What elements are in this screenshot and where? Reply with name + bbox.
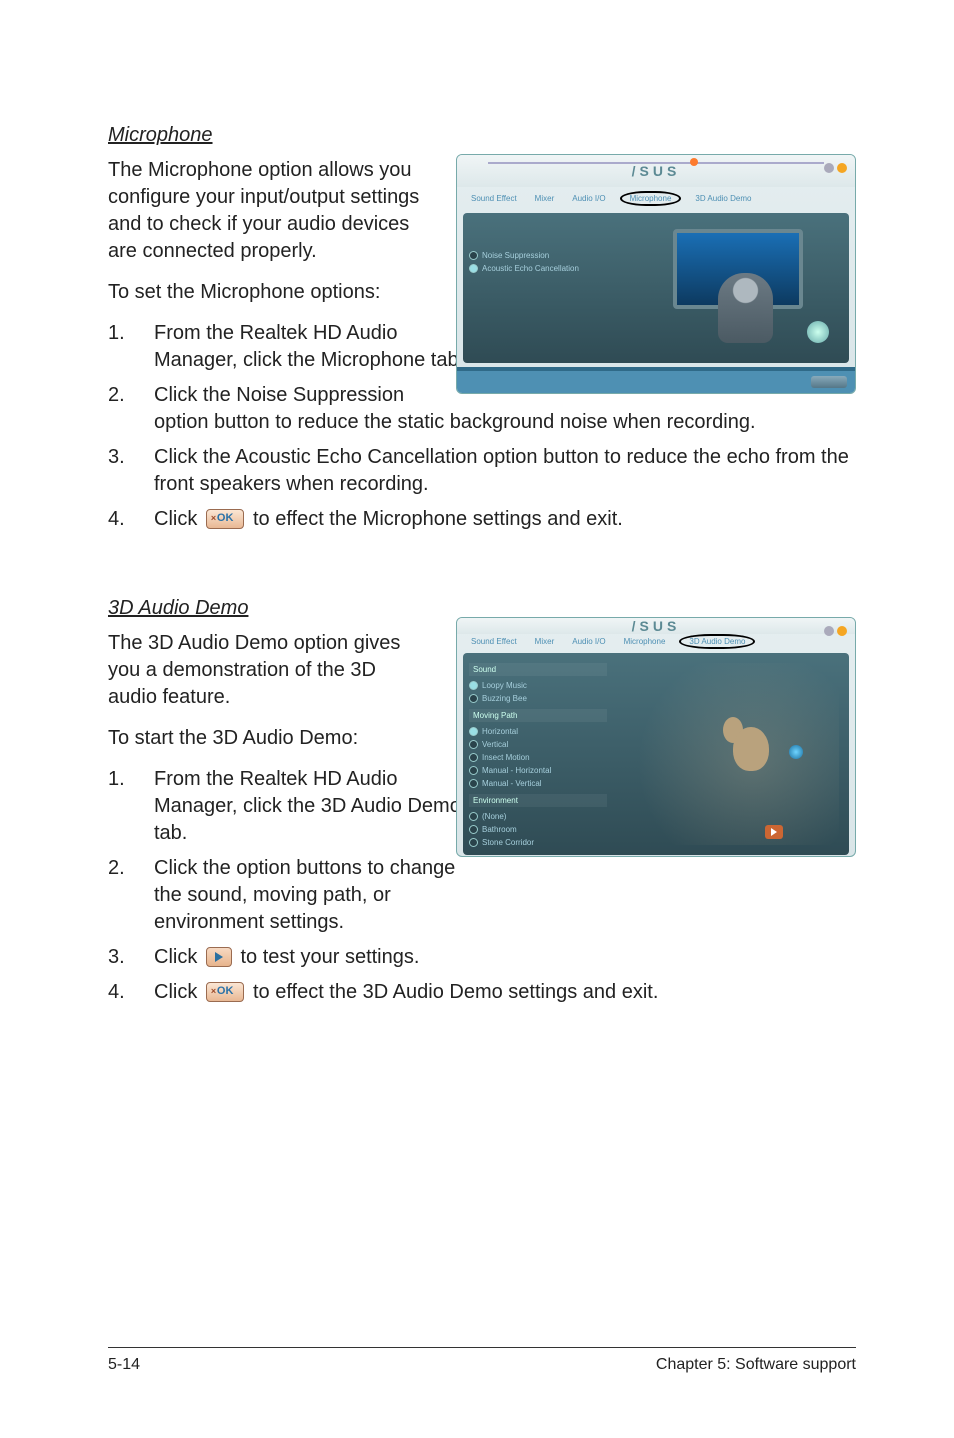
noise-suppression-option[interactable]: Noise Suppression (469, 251, 607, 260)
step-3-post: to test your settings. (240, 946, 419, 968)
footer-button[interactable] (811, 376, 847, 388)
globe-icon[interactable] (807, 321, 829, 343)
dialog-tabs: Sound Effect Mixer Audio I/O Microphone … (457, 187, 855, 209)
tab-3d-audio-demo[interactable]: 3D Audio Demo (679, 634, 755, 649)
scene-panel (613, 653, 849, 855)
step-4-pre: Click (154, 981, 203, 1003)
tab-sound-effect[interactable]: Sound Effect (467, 635, 521, 648)
step-number: 2. (108, 382, 154, 409)
asus-logo: /SUS (632, 618, 681, 634)
path-option[interactable]: Vertical (469, 740, 607, 749)
play-button[interactable] (206, 947, 232, 967)
window-buttons (824, 626, 847, 636)
step-4-pre: Click (154, 508, 203, 530)
step-number: 4. (108, 506, 154, 533)
mic-volume-slider[interactable] (488, 158, 824, 168)
dialog-tabs: Sound Effect Mixer Audio I/O Microphone … (457, 634, 855, 649)
env-option[interactable]: Stone Corridor (469, 838, 607, 847)
dialog-titlebar: /SUS (457, 618, 855, 634)
close-icon[interactable] (837, 626, 847, 636)
minimize-icon[interactable] (824, 163, 834, 173)
step-number: 3. (108, 944, 154, 971)
environment-header: Environment (469, 794, 607, 807)
page-footer: 5-14 Chapter 5: Software support (108, 1347, 856, 1374)
step-2-line1: Click the Noise Suppression (154, 382, 474, 409)
acoustic-echo-label: Acoustic Echo Cancellation (482, 264, 579, 273)
tab-mixer[interactable]: Mixer (531, 192, 559, 205)
acoustic-echo-option[interactable]: Acoustic Echo Cancellation (469, 264, 607, 273)
step-2-line2: option button to reduce the static backg… (154, 411, 756, 433)
step-text: Click to test your settings. (154, 944, 856, 971)
audio-demo-section: 3D Audio Demo /SUS Sound Effect Mixer Au… (108, 597, 856, 1006)
page-number: 5-14 (108, 1356, 140, 1374)
options-panel: Sound Loopy Music Buzzing Bee Moving Pat… (463, 653, 613, 855)
document-page: Microphone /SUS Sound Effect Mixer Audio… (0, 0, 954, 1438)
step-text: Click the Acoustic Echo Cancellation opt… (154, 444, 856, 498)
step-text: From the Realtek HD Audio Manager, click… (154, 320, 474, 374)
chapter-title: Chapter 5: Software support (656, 1356, 856, 1374)
microphone-heading: Microphone (108, 124, 856, 147)
window-buttons (824, 163, 847, 173)
sound-header: Sound (469, 663, 607, 676)
microphone-section: Microphone /SUS Sound Effect Mixer Audio… (108, 124, 856, 533)
play-button[interactable] (765, 825, 783, 839)
sound-option[interactable]: Loopy Music (469, 681, 607, 690)
ok-button[interactable]: ×OK (206, 509, 245, 529)
moving-path-header: Moving Path (469, 709, 607, 722)
noise-suppression-label: Noise Suppression (482, 251, 549, 260)
dialog-body: Noise Suppression Acoustic Echo Cancella… (463, 213, 849, 363)
step-number: 2. (108, 855, 154, 882)
audio-demo-dialog-screenshot: /SUS Sound Effect Mixer Audio I/O Microp… (456, 617, 856, 857)
ok-button-label: OK (217, 511, 234, 526)
tab-audio-io[interactable]: Audio I/O (568, 192, 609, 205)
tab-audio-io[interactable]: Audio I/O (568, 635, 609, 648)
step-number: 1. (108, 766, 154, 793)
ok-button-label: OK (217, 984, 234, 999)
step-text: From the Realtek HD Audio Manager, click… (154, 766, 474, 847)
tab-sound-effect[interactable]: Sound Effect (467, 192, 521, 205)
illustration-panel (613, 213, 849, 363)
path-option[interactable]: Manual - Horizontal (469, 766, 607, 775)
dialog-body: Sound Loopy Music Buzzing Bee Moving Pat… (463, 653, 849, 855)
asus-dialog-mic: /SUS Sound Effect Mixer Audio I/O Microp… (456, 154, 856, 394)
step-4-post: to effect the 3D Audio Demo settings and… (253, 981, 658, 1003)
tab-3d-audio-demo[interactable]: 3D Audio Demo (691, 192, 755, 205)
step-number: 1. (108, 320, 154, 347)
path-option[interactable]: Manual - Vertical (469, 779, 607, 788)
demo-intro: The 3D Audio Demo option gives you a dem… (108, 630, 428, 711)
mic-intro: The Microphone option allows you configu… (108, 157, 428, 265)
close-icon[interactable] (837, 163, 847, 173)
microphone-dialog-screenshot: /SUS Sound Effect Mixer Audio I/O Microp… (456, 154, 856, 394)
tab-mixer[interactable]: Mixer (531, 635, 559, 648)
step-text: Click ×OK to effect the Microphone setti… (154, 506, 856, 533)
person-illustration (718, 273, 773, 343)
ok-button[interactable]: ×OK (206, 982, 245, 1002)
demo-object (733, 727, 769, 771)
env-option[interactable]: Bathroom (469, 825, 607, 834)
demo-orbit-dot (789, 745, 803, 759)
step-number: 3. (108, 444, 154, 471)
asus-dialog-demo: /SUS Sound Effect Mixer Audio I/O Microp… (456, 617, 856, 857)
minimize-icon[interactable] (824, 626, 834, 636)
step-3-pre: Click (154, 946, 203, 968)
tab-microphone[interactable]: Microphone (620, 191, 682, 206)
path-option[interactable]: Horizontal (469, 727, 607, 736)
step-text: Click the option buttons to change the s… (154, 855, 474, 936)
step-text: Click ×OK to effect the 3D Audio Demo se… (154, 979, 856, 1006)
tab-microphone[interactable]: Microphone (620, 635, 670, 648)
path-option[interactable]: Insect Motion (469, 753, 607, 762)
sound-option[interactable]: Buzzing Bee (469, 694, 607, 703)
step-4-post: to effect the Microphone settings and ex… (253, 508, 623, 530)
env-option[interactable]: (None) (469, 812, 607, 821)
step-number: 4. (108, 979, 154, 1006)
options-panel: Noise Suppression Acoustic Echo Cancella… (463, 213, 613, 363)
dialog-footer (457, 371, 855, 393)
